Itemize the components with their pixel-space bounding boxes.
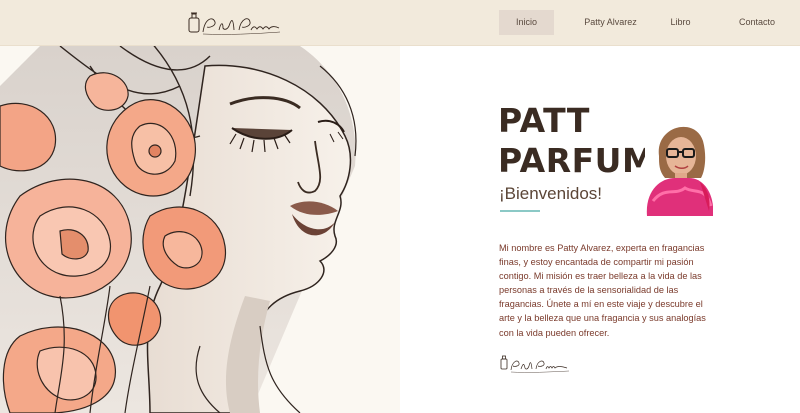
nav-libro[interactable]: Libro <box>652 10 709 35</box>
title-line-1: PATT <box>498 101 590 140</box>
accent-divider <box>500 210 540 212</box>
hero-illustration <box>0 46 400 413</box>
brand-title: PATT PARFUM <box>498 101 655 181</box>
intro-paragraph: Mi nombre es Patty Alvarez, experta en f… <box>499 243 706 338</box>
main-nav: Inicio Patty Alvarez Libro Contacto <box>499 10 800 35</box>
welcome-subtitle: ¡Bienvenidos! <box>499 184 603 203</box>
woman-with-flowers-illustration <box>0 46 357 413</box>
patty-alvarez-portrait <box>645 116 713 216</box>
site-header: Inicio Patty Alvarez Libro Contacto <box>0 0 800 46</box>
patt-parfum-logo[interactable] <box>183 8 283 40</box>
nav-contacto[interactable]: Contacto <box>714 10 800 35</box>
title-line-2: PARFUM <box>498 141 656 180</box>
nav-patty-alvarez[interactable]: Patty Alvarez <box>572 10 649 35</box>
signature-logo <box>500 355 570 373</box>
nav-inicio[interactable]: Inicio <box>499 10 554 35</box>
